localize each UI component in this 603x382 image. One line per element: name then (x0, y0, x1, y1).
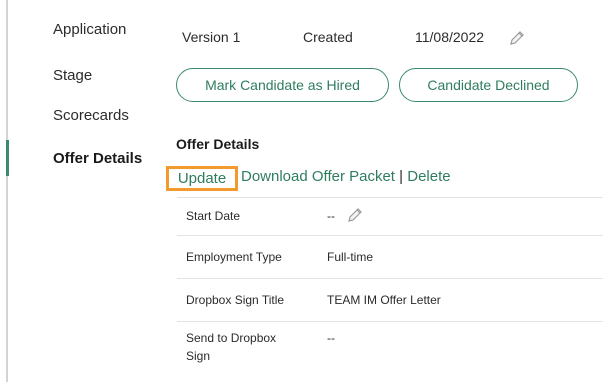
table-row: Dropbox Sign Title TEAM IM Offer Letter (177, 279, 603, 322)
row-label: Employment Type (186, 250, 282, 264)
table-row: Send to Dropbox Sign -- (177, 322, 603, 382)
update-link[interactable]: Update (178, 170, 226, 187)
sidebar-item-stage[interactable]: Stage (53, 67, 92, 84)
table-row: Employment Type Full-time (177, 236, 603, 279)
sidebar-border (6, 0, 8, 382)
row-value: Full-time (327, 250, 374, 264)
version-label: Version 1 (182, 29, 241, 45)
row-value: TEAM IM Offer Letter (327, 293, 441, 307)
sidebar-item-scorecards[interactable]: Scorecards (53, 107, 129, 124)
table-row: Start Date -- (177, 197, 603, 236)
sidebar-item-offer-details[interactable]: Offer Details (53, 150, 142, 167)
pencil-icon[interactable] (507, 28, 527, 51)
action-separator: | (399, 168, 404, 185)
created-label: Created (303, 29, 353, 45)
download-offer-packet-link[interactable]: Download Offer Packet (241, 168, 395, 185)
row-value: -- (327, 331, 335, 345)
row-label: Send to Dropbox Sign (186, 331, 277, 363)
row-value: -- (327, 209, 335, 223)
sidebar-item-application[interactable]: Application (53, 21, 126, 38)
created-date: 11/08/2022 (415, 29, 485, 45)
row-label: Dropbox Sign Title (186, 293, 285, 307)
offer-details-table: Start Date -- Employment Type Full-time … (177, 197, 603, 382)
offer-details-title: Offer Details (176, 136, 260, 152)
mark-hired-button[interactable]: Mark Candidate as Hired (176, 68, 389, 102)
active-nav-indicator (6, 140, 9, 176)
delete-link[interactable]: Delete (407, 168, 450, 185)
candidate-declined-button[interactable]: Candidate Declined (399, 68, 578, 102)
pencil-icon[interactable] (345, 205, 365, 228)
update-highlight: Update (166, 166, 238, 191)
row-label: Start Date (186, 209, 241, 223)
